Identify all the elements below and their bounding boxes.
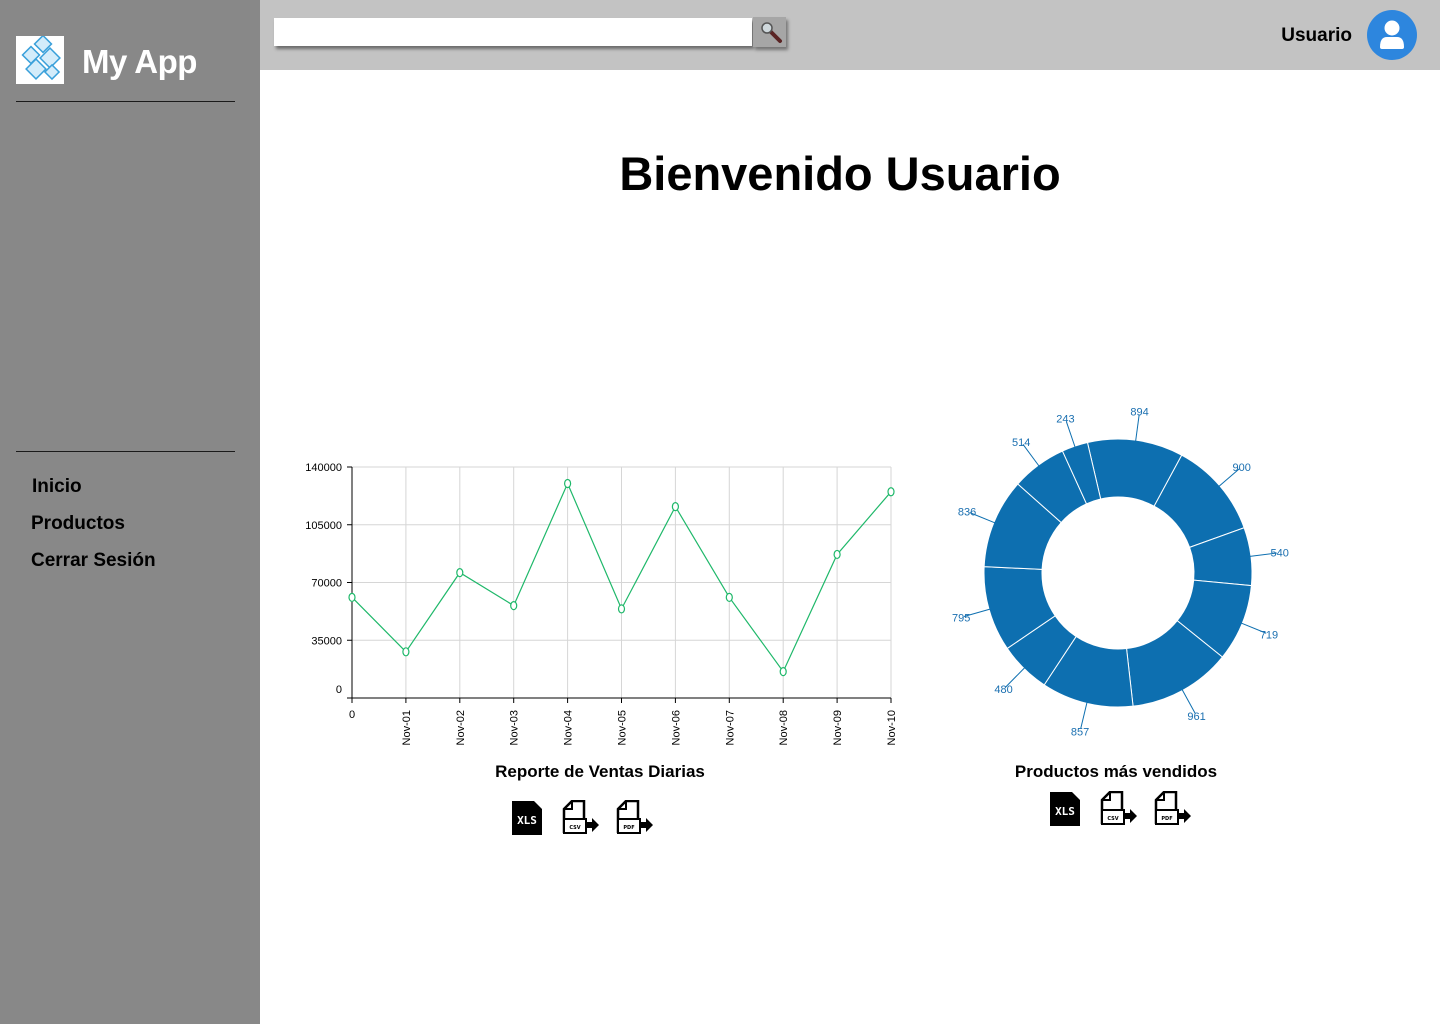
app-name: My App <box>82 43 197 80</box>
x-tick-label: Nov-04 <box>563 710 575 745</box>
x-tick-label: Nov-10 <box>886 710 898 745</box>
xls-file-icon[interactable]: XLS <box>1048 791 1082 827</box>
svg-text:CSV: CSV <box>569 825 580 831</box>
user-avatar-icon[interactable] <box>1367 10 1417 60</box>
slice-value-label: 719 <box>1260 629 1278 641</box>
user-name: Usuario <box>1281 25 1352 46</box>
slice-leader-line <box>1181 689 1196 714</box>
data-point <box>725 592 733 602</box>
y-tick-label: 70000 <box>311 578 342 590</box>
data-point <box>402 647 410 657</box>
data-point <box>348 592 356 602</box>
x-tick-label: Nov-06 <box>670 710 682 745</box>
data-point <box>833 549 841 560</box>
svg-text:XLS: XLS <box>1055 805 1075 818</box>
slice-value-label: 961 <box>1187 711 1205 723</box>
y-tick-label: 105000 <box>305 520 342 532</box>
sales-line-chart: 0 35000 70000 105000 140000 0 Nov-01 Nov-02 Nov-… <box>305 462 898 745</box>
xls-file-icon[interactable]: XLS <box>510 800 544 836</box>
slice-leader-line <box>1080 702 1088 729</box>
sidebar-item-inicio[interactable]: Inicio <box>32 475 82 499</box>
slice-value-label: 795 <box>952 612 970 624</box>
slice-value-label: 857 <box>1071 727 1089 739</box>
data-point <box>617 604 626 614</box>
x-tick-label: 0 <box>349 709 355 721</box>
slice-value-label: 540 <box>1271 548 1289 560</box>
svg-text:PDF: PDF <box>1161 816 1172 822</box>
slice-value-label: 243 <box>1056 414 1074 426</box>
sidebar: My App Inicio Productos Cerrar Sesión <box>0 0 260 1024</box>
sidebar-divider-top <box>16 101 235 102</box>
pdf-export-icon[interactable]: PDF <box>1154 790 1191 827</box>
sidebar-divider-nav <box>16 451 235 452</box>
page-title: Bienvenido Usuario <box>619 147 1061 200</box>
x-tick-label: Nov-07 <box>724 710 736 745</box>
x-tick-label: Nov-05 <box>617 710 629 745</box>
slice-value-label: 836 <box>958 507 976 519</box>
app-logo-icon <box>16 34 64 84</box>
x-tick-label: Nov-03 <box>509 710 521 745</box>
x-tick-label: Nov-01 <box>401 710 413 745</box>
data-point <box>671 501 679 512</box>
svg-text:CSV: CSV <box>1107 816 1118 822</box>
search-button[interactable] <box>753 17 786 47</box>
x-tick-label: Nov-09 <box>832 710 844 745</box>
sales-chart-caption: Reporte de Ventas Diarias <box>495 762 705 781</box>
sidebar-item-productos[interactable]: Productos <box>31 512 125 536</box>
data-point <box>779 667 787 677</box>
y-tick-label: 140000 <box>305 462 342 474</box>
pdf-export-icon[interactable]: PDF <box>616 799 653 836</box>
x-tick-label: Nov-08 <box>778 710 790 745</box>
data-point <box>887 487 895 497</box>
y-tick-label: 35000 <box>311 635 342 647</box>
data-point <box>510 601 518 611</box>
data-point <box>564 478 572 489</box>
magnifier-icon <box>761 22 782 43</box>
csv-export-icon[interactable]: CSV <box>562 799 599 836</box>
slice-value-label: 900 <box>1232 462 1250 474</box>
sidebar-item-cerrar-sesion[interactable]: Cerrar Sesión <box>31 549 156 573</box>
slice-value-label: 514 <box>1012 437 1030 449</box>
products-chart-caption: Productos más vendidos <box>1014 762 1218 781</box>
x-tick-label: Nov-02 <box>455 710 467 745</box>
slice-value-label: 480 <box>994 684 1012 696</box>
svg-text:PDF: PDF <box>623 825 634 831</box>
slice-value-label: 894 <box>1130 406 1148 418</box>
y-tick-label: 0 <box>336 684 342 696</box>
data-point <box>456 567 464 578</box>
csv-export-icon[interactable]: CSV <box>1100 790 1137 827</box>
svg-text:XLS: XLS <box>517 814 537 827</box>
search-input[interactable] <box>274 18 752 46</box>
top-products-donut-chart: 894 900 540 719 961 857 480 795 836 514 243 <box>952 406 1289 739</box>
